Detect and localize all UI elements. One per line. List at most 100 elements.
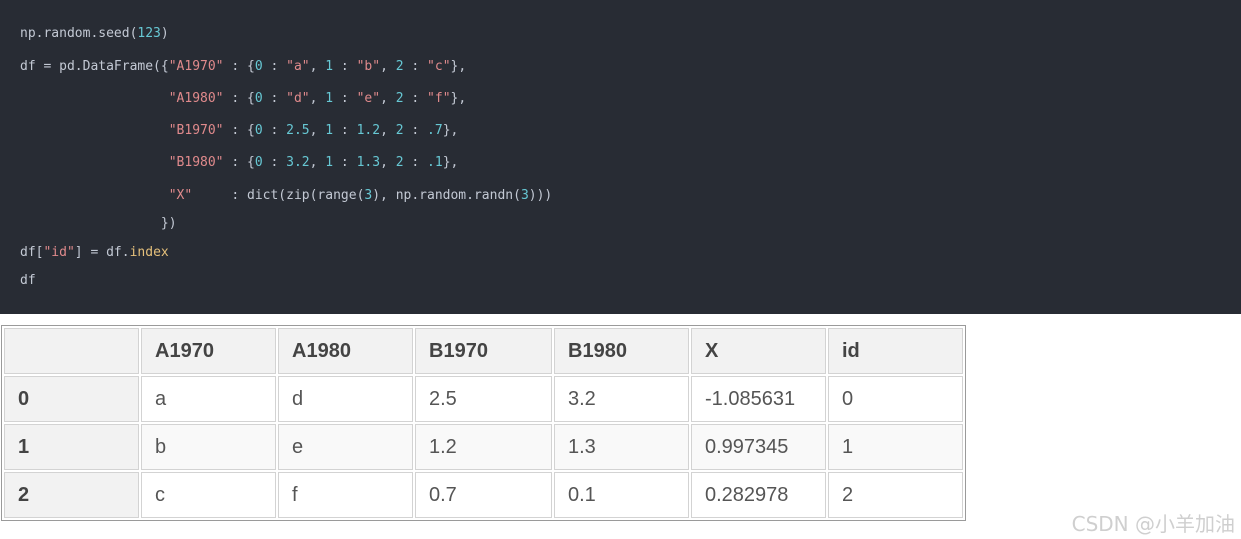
column-header-id: id [828, 328, 963, 374]
code-token: 0 [254, 123, 263, 138]
table-row: 0 a d 2.5 3.2 -1.085631 0 [4, 376, 963, 422]
code-token: 2.5 [286, 123, 310, 138]
column-header-b1980: B1980 [554, 328, 689, 374]
column-header-x: X [691, 328, 826, 374]
table-cell: 2.5 [415, 376, 552, 422]
code-token: 2 [395, 91, 404, 106]
code-token: np.random.seed( [20, 26, 138, 41]
code-token: : [333, 91, 357, 106]
code-token: , [309, 123, 326, 138]
code-line: "B1980" : {0 : 3.2, 1 : 1.3, 2 : .1}, [20, 155, 459, 170]
code-line: df [20, 273, 36, 288]
row-index: 1 [4, 424, 139, 470]
code-token: 3.2 [286, 155, 310, 170]
table-row: 2 c f 0.7 0.1 0.282978 2 [4, 472, 963, 518]
code-token: "c" [427, 59, 451, 74]
code-token: 1 [325, 123, 334, 138]
code-token: : [403, 91, 428, 106]
table-cell: 0.7 [415, 472, 552, 518]
code-token: }, [450, 91, 467, 106]
code-token: }, [442, 155, 459, 170]
code-token: : [333, 59, 357, 74]
table-cell: -1.085631 [691, 376, 826, 422]
code-token: "X" [168, 188, 193, 203]
code-token: "A1980" [168, 91, 224, 106]
code-token: df [20, 273, 36, 288]
code-token: .7 [427, 123, 443, 138]
code-token: : { [223, 123, 255, 138]
table-header-row: A1970 A1980 B1970 B1980 X id [4, 328, 963, 374]
code-token: : [333, 155, 357, 170]
code-token: index [129, 245, 169, 260]
code-token: 123 [137, 26, 161, 41]
code-token: : { [223, 59, 255, 74]
code-token: : [262, 59, 287, 74]
code-line: df["id"] = df.index [20, 245, 169, 260]
column-header-b1970: B1970 [415, 328, 552, 374]
watermark: CSDN @小羊加油 [1071, 512, 1235, 536]
table-cell: 0.997345 [691, 424, 826, 470]
code-token: , [309, 155, 326, 170]
code-token: "f" [427, 91, 451, 106]
code-token: 3 [520, 188, 529, 203]
code-token: , [309, 91, 326, 106]
code-line: "A1980" : {0 : "d", 1 : "e", 2 : "f"}, [20, 91, 466, 106]
table-cell: f [278, 472, 413, 518]
code-token: , [380, 59, 396, 74]
code-token: "A1970" [168, 59, 224, 74]
table-cell: c [141, 472, 276, 518]
code-token: : dict(zip(range( [192, 188, 365, 203]
code-token: : [403, 59, 428, 74]
table-cell: 0 [828, 376, 963, 422]
code-line: "B1970" : {0 : 2.5, 1 : 1.2, 2 : .7}, [20, 123, 459, 138]
code-line: "X" : dict(zip(range( 3), np.random.randn… [20, 188, 553, 203]
table-cell: 1.3 [554, 424, 689, 470]
table-cell: b [141, 424, 276, 470]
column-header-a1970: A1970 [141, 328, 276, 374]
code-token: ) [160, 26, 169, 41]
code-token: ), np.random.randn( [372, 188, 521, 203]
table-row: 1 b e 1.2 1.3 0.997345 1 [4, 424, 963, 470]
code-token: ))) [528, 188, 553, 203]
code-token: , [380, 155, 396, 170]
code-token: 1.2 [356, 123, 381, 138]
table-cell: 3.2 [554, 376, 689, 422]
code-token: 0 [254, 155, 263, 170]
code-token: }) [20, 216, 177, 231]
code-token: }, [442, 123, 459, 138]
code-token: "b" [356, 59, 381, 74]
table-cell: 2 [828, 472, 963, 518]
code-token: : [403, 123, 428, 138]
code-token: 2 [395, 155, 404, 170]
code-token: 1 [325, 91, 334, 106]
index-header [4, 328, 139, 374]
code-token: 2 [395, 123, 404, 138]
row-index: 0 [4, 376, 139, 422]
code-line: }) [20, 216, 177, 231]
table-cell: 1.2 [415, 424, 552, 470]
code-token: ] = df. [74, 245, 130, 260]
code-token: , [380, 123, 396, 138]
code-token: "d" [286, 91, 310, 106]
code-token: : [262, 91, 287, 106]
code-token: : [262, 155, 287, 170]
code-token: 1 [325, 155, 334, 170]
code-token: 1.3 [356, 155, 381, 170]
dataframe-output: A1970 A1980 B1970 B1980 X id 0 a d 2.5 3… [1, 325, 966, 521]
row-index: 2 [4, 472, 139, 518]
code-token: df = pd.DataFrame({ [20, 59, 169, 74]
code-token: : { [223, 155, 255, 170]
code-token: df[ [20, 245, 44, 260]
code-token: : { [223, 91, 255, 106]
code-token: "e" [356, 91, 381, 106]
code-token: : [403, 155, 428, 170]
code-token: : [262, 123, 287, 138]
code-line: df = pd.DataFrame({"A1970" : {0 : "a", 1… [20, 59, 466, 74]
table-cell: 1 [828, 424, 963, 470]
table-cell: e [278, 424, 413, 470]
column-header-a1980: A1980 [278, 328, 413, 374]
